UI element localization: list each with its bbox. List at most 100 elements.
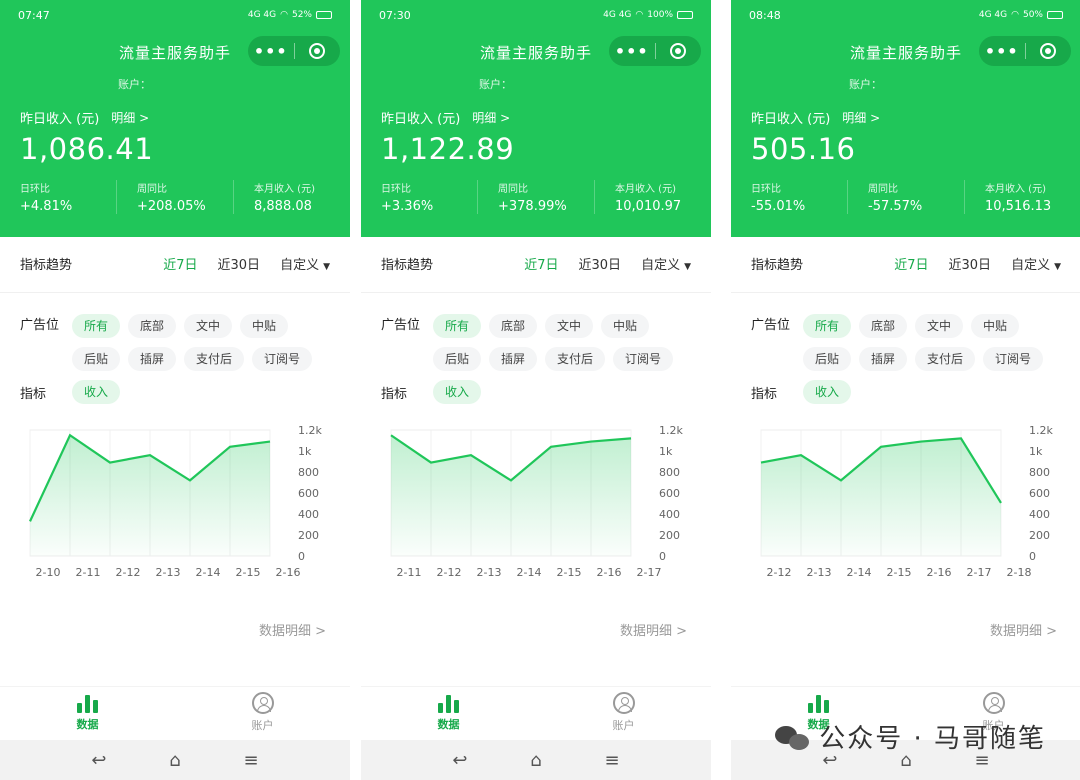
stat-day: 日环比 +3.36% bbox=[361, 180, 477, 214]
chip-in-article[interactable]: 文中 bbox=[184, 314, 233, 338]
y-tick-label: 600 bbox=[298, 487, 319, 500]
income-label: 昨日收入 (元) bbox=[751, 112, 831, 127]
trend-label: 指标趋势 bbox=[381, 257, 434, 273]
chip-post-roll[interactable]: 后贴 bbox=[803, 347, 852, 371]
nav-account[interactable]: 账户 bbox=[175, 687, 350, 738]
data-detail-link[interactable]: 数据明细 > bbox=[620, 620, 687, 639]
tab-30-days[interactable]: 近30日 bbox=[949, 254, 992, 273]
x-tick-label: 2-16 bbox=[927, 566, 952, 579]
ad-slot-label: 广告位 bbox=[751, 318, 791, 333]
chip-after-payment[interactable]: 支付后 bbox=[545, 347, 606, 371]
account-label: 账户： bbox=[849, 78, 882, 91]
x-tick-label: 2-16 bbox=[276, 566, 301, 579]
chip-bottom[interactable]: 底部 bbox=[859, 314, 908, 338]
chip-bottom[interactable]: 底部 bbox=[128, 314, 177, 338]
chip-mid-roll[interactable]: 中贴 bbox=[971, 314, 1020, 338]
home-icon[interactable]: ⌂ bbox=[530, 750, 541, 771]
caret-down-icon: ▼ bbox=[323, 261, 330, 272]
chip-all[interactable]: 所有 bbox=[433, 314, 482, 338]
nav-account[interactable]: 账户 bbox=[536, 687, 711, 738]
ad-slot-chips: 所有 底部 文中 中贴 后贴 插屏 支付后 订阅号 bbox=[803, 314, 1053, 371]
metric-filter: 指标 收入 bbox=[381, 380, 482, 404]
y-tick-label: 800 bbox=[298, 466, 319, 479]
x-tick-label: 2-11 bbox=[76, 566, 101, 579]
chip-mid-roll[interactable]: 中贴 bbox=[601, 314, 650, 338]
miniprogram-capsule[interactable]: ••• bbox=[979, 36, 1071, 66]
wifi-icon: ◠ bbox=[635, 10, 644, 20]
menu-icon[interactable]: ≡ bbox=[604, 750, 619, 771]
chip-all[interactable]: 所有 bbox=[803, 314, 852, 338]
close-program-button[interactable] bbox=[294, 43, 340, 59]
caret-down-icon: ▼ bbox=[1054, 261, 1061, 272]
y-tick-label: 400 bbox=[298, 508, 319, 521]
back-icon[interactable]: ↩ bbox=[452, 750, 467, 771]
bar-chart-icon bbox=[437, 693, 460, 713]
close-program-button[interactable] bbox=[1025, 43, 1071, 59]
home-icon[interactable]: ⌂ bbox=[169, 750, 180, 771]
more-menu-button[interactable]: ••• bbox=[609, 42, 655, 61]
chip-interstitial[interactable]: 插屏 bbox=[128, 347, 177, 371]
stat-month: 本月收入 (元) 8,888.08 bbox=[233, 180, 350, 214]
status-time: 07:47 bbox=[18, 8, 50, 22]
menu-icon[interactable]: ≡ bbox=[243, 750, 258, 771]
stat-label: 周同比 bbox=[498, 184, 528, 195]
tab-7-days[interactable]: 近7日 bbox=[524, 254, 558, 273]
target-icon bbox=[670, 43, 687, 59]
stat-day: 日环比 +4.81% bbox=[0, 180, 116, 214]
chip-subscription[interactable]: 订阅号 bbox=[613, 347, 674, 371]
section-divider bbox=[0, 292, 350, 293]
metric-filter: 指标 收入 bbox=[751, 380, 852, 404]
brand-watermark-text: 公众号 · 马哥随笔 bbox=[819, 724, 1046, 754]
y-tick-label: 0 bbox=[659, 550, 666, 563]
chip-subscription[interactable]: 订阅号 bbox=[983, 347, 1044, 371]
back-icon[interactable]: ↩ bbox=[91, 750, 106, 771]
chip-post-roll[interactable]: 后贴 bbox=[433, 347, 482, 371]
chip-revenue[interactable]: 收入 bbox=[433, 380, 482, 404]
phone-screen-2: 07:30 4G 4G ◠ 100% 流量主服务助手 ••• 账户： 昨日收入 … bbox=[361, 0, 711, 780]
detail-link[interactable]: 明细 > bbox=[842, 109, 880, 126]
nav-data[interactable]: 数据 bbox=[361, 687, 536, 738]
chip-in-article[interactable]: 文中 bbox=[545, 314, 594, 338]
revenue-trend-chart: 0 200 400 600 800 1k 1.2k 2-12 2-13 2-14 2-15 2-16 2… bbox=[760, 424, 1053, 579]
tab-custom[interactable]: 自定义 ▼ bbox=[1011, 254, 1061, 273]
tab-30-days[interactable]: 近30日 bbox=[579, 254, 622, 273]
more-menu-button[interactable]: ••• bbox=[979, 42, 1025, 61]
x-tick-label: 2-10 bbox=[36, 566, 61, 579]
detail-link[interactable]: 明细 > bbox=[472, 109, 510, 126]
chip-revenue[interactable]: 收入 bbox=[72, 380, 121, 404]
x-tick-label: 2-13 bbox=[477, 566, 502, 579]
data-detail-link[interactable]: 数据明细 > bbox=[990, 620, 1057, 639]
battery-text: 100% bbox=[647, 10, 673, 20]
tab-custom[interactable]: 自定义 ▼ bbox=[641, 254, 691, 273]
ad-slot-filter: 广告位 所有 底部 文中 中贴 后贴 插屏 支付后 订阅号 bbox=[20, 314, 322, 371]
tab-7-days[interactable]: 近7日 bbox=[163, 254, 197, 273]
chip-subscription[interactable]: 订阅号 bbox=[252, 347, 313, 371]
chip-interstitial[interactable]: 插屏 bbox=[489, 347, 538, 371]
tab-custom[interactable]: 自定义 ▼ bbox=[280, 254, 330, 273]
x-tick-label: 2-13 bbox=[807, 566, 832, 579]
chip-post-roll[interactable]: 后贴 bbox=[72, 347, 121, 371]
chip-bottom[interactable]: 底部 bbox=[489, 314, 538, 338]
miniprogram-capsule[interactable]: ••• bbox=[609, 36, 701, 66]
chip-interstitial[interactable]: 插屏 bbox=[859, 347, 908, 371]
stat-label: 日环比 bbox=[751, 184, 781, 195]
tab-30-days[interactable]: 近30日 bbox=[218, 254, 261, 273]
miniprogram-capsule[interactable]: ••• bbox=[248, 36, 340, 66]
phone-screen-1: 07:47 4G 4G ◠ 52% 流量主服务助手 ••• 账户： 昨日收入 (… bbox=[0, 0, 350, 780]
close-program-button[interactable] bbox=[655, 43, 701, 59]
chip-after-payment[interactable]: 支付后 bbox=[184, 347, 245, 371]
y-tick-label: 1.2k bbox=[659, 424, 683, 437]
tab-7-days[interactable]: 近7日 bbox=[894, 254, 928, 273]
income-label: 昨日收入 (元) bbox=[381, 112, 461, 127]
stat-label: 本月收入 (元) bbox=[985, 184, 1046, 195]
chip-all[interactable]: 所有 bbox=[72, 314, 121, 338]
data-detail-link[interactable]: 数据明细 > bbox=[259, 620, 326, 639]
chip-in-article[interactable]: 文中 bbox=[915, 314, 964, 338]
tab-custom-label: 自定义 bbox=[1011, 257, 1051, 273]
chip-revenue[interactable]: 收入 bbox=[803, 380, 852, 404]
more-menu-button[interactable]: ••• bbox=[248, 42, 294, 61]
nav-data[interactable]: 数据 bbox=[0, 687, 175, 738]
chip-mid-roll[interactable]: 中贴 bbox=[240, 314, 289, 338]
detail-link[interactable]: 明细 > bbox=[111, 109, 149, 126]
chip-after-payment[interactable]: 支付后 bbox=[915, 347, 976, 371]
